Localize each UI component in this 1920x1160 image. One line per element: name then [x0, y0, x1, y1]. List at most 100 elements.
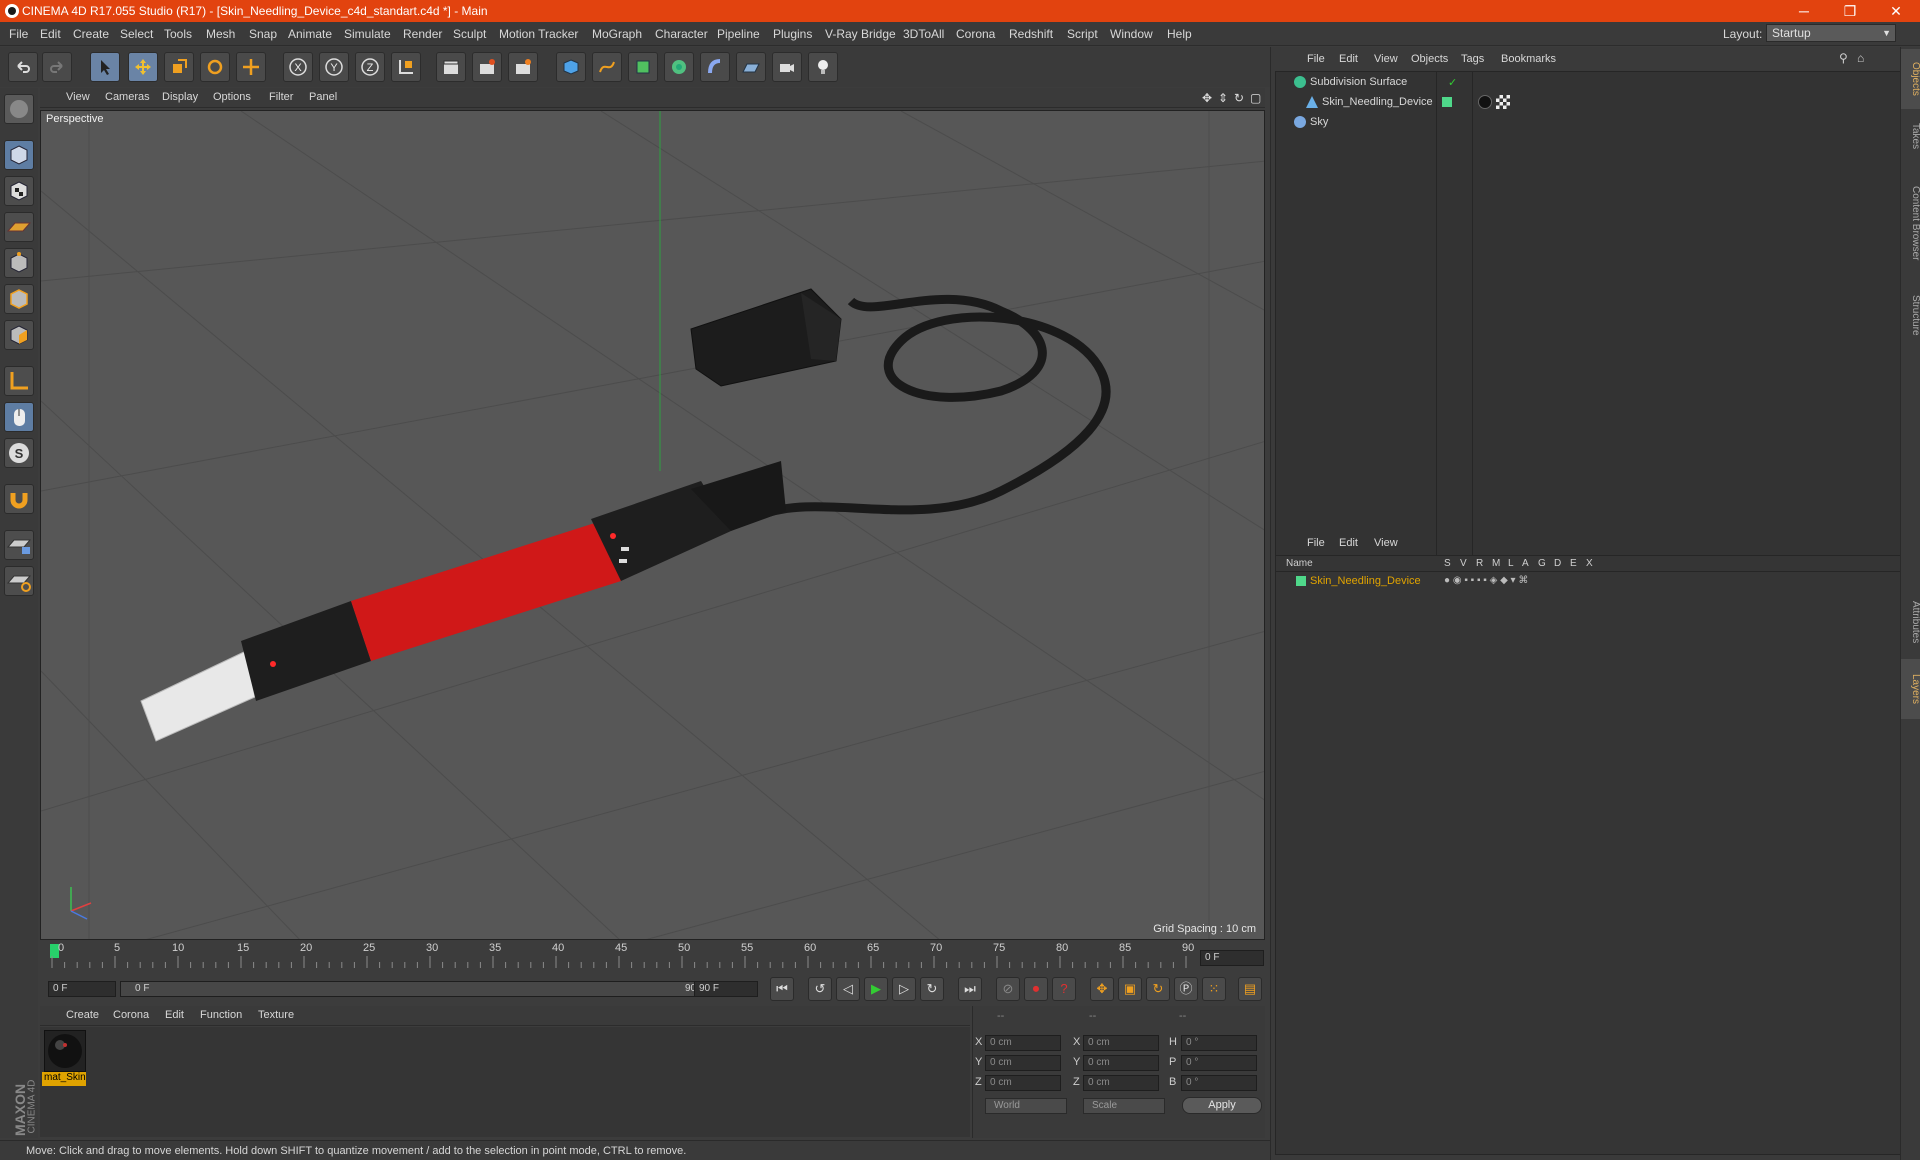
viewport-zoom-icon[interactable]: ⇕ — [1218, 91, 1228, 105]
menu-edit[interactable]: Edit — [40, 27, 61, 41]
axis-mode-button[interactable] — [4, 366, 34, 396]
previous-frame-button[interactable]: ◁ — [836, 977, 860, 1001]
tab-attributes[interactable]: Attributes — [1901, 587, 1920, 657]
keyframe-selection-button[interactable]: ⊘ — [996, 977, 1020, 1001]
workplane-mode-button[interactable] — [4, 212, 34, 242]
key-pla-button[interactable]: ⁙ — [1202, 977, 1226, 1001]
close-button[interactable]: ✕ — [1873, 0, 1919, 22]
pos-y-field[interactable]: 0 cm — [985, 1055, 1061, 1071]
viewport-menu-cameras[interactable]: Cameras — [105, 91, 150, 103]
key-scale-button[interactable]: ▣ — [1118, 977, 1142, 1001]
go-to-end-button[interactable]: ⏭ — [958, 977, 982, 1001]
layer-menu-file[interactable]: File — [1307, 537, 1325, 549]
play-button[interactable]: ▶ — [864, 977, 888, 1001]
menu-3dtoall[interactable]: 3DToAll — [903, 27, 944, 41]
coordinate-system-button[interactable] — [391, 52, 421, 82]
key-parameter-button[interactable]: Ⓟ — [1174, 977, 1198, 1001]
viewport-rotate-icon[interactable]: ↻ — [1234, 91, 1244, 105]
menu-motion-tracker[interactable]: Motion Tracker — [499, 27, 578, 41]
end-frame-field[interactable]: 90 F — [694, 981, 758, 997]
object-menu-view[interactable]: View — [1374, 53, 1398, 65]
live-selection-button[interactable] — [236, 52, 266, 82]
size-mode-dropdown[interactable]: Scale — [1083, 1098, 1165, 1114]
rot-h-field[interactable]: 0 ° — [1181, 1035, 1257, 1051]
menu-corona[interactable]: Corona — [956, 27, 995, 41]
menu-mograph[interactable]: MoGraph — [592, 27, 642, 41]
layer-menu-edit[interactable]: Edit — [1339, 537, 1358, 549]
menu-create[interactable]: Create — [73, 27, 109, 41]
add-generator-button[interactable] — [628, 52, 658, 82]
tab-objects[interactable]: Objects — [1901, 49, 1920, 109]
menu-file[interactable]: File — [9, 27, 28, 41]
object-menu-file[interactable]: File — [1307, 53, 1325, 65]
timeline-ruler[interactable]: 0 5 10 15 20 25 30 35 40 45 50 55 60 65 … — [40, 942, 1265, 972]
menu-animate[interactable]: Animate — [288, 27, 332, 41]
material-menu-texture[interactable]: Texture — [258, 1009, 294, 1021]
viewport-pan-icon[interactable]: ✥ — [1202, 91, 1212, 105]
size-x-field[interactable]: 0 cm — [1083, 1035, 1159, 1051]
layer-toggle-icons[interactable]: ● ◉ ▪ ▪ ▪ ▪ ◈ ◆ ▾ ⌘ — [1444, 575, 1528, 586]
enable-snap-button[interactable] — [4, 484, 34, 514]
key-rotation-button[interactable]: ↻ — [1146, 977, 1170, 1001]
object-menu-tags[interactable]: Tags — [1461, 53, 1484, 65]
current-frame-field[interactable]: 0 F — [1200, 950, 1264, 966]
y-axis-lock-button[interactable]: Y — [319, 52, 349, 82]
x-axis-lock-button[interactable]: X — [283, 52, 313, 82]
next-key-button[interactable]: ↻ — [920, 977, 944, 1001]
pos-z-field[interactable]: 0 cm — [985, 1075, 1061, 1091]
object-row[interactable]: Sky — [1276, 114, 1906, 132]
rot-b-field[interactable]: 0 ° — [1181, 1075, 1257, 1091]
viewport-menu-view[interactable]: View — [66, 91, 90, 103]
make-editable-button[interactable] — [4, 94, 34, 124]
tab-takes[interactable]: Takes — [1901, 111, 1920, 161]
size-y-field[interactable]: 0 cm — [1083, 1055, 1159, 1071]
minimize-button[interactable]: ─ — [1781, 0, 1827, 22]
timeline-window-button[interactable]: ▤ — [1238, 977, 1262, 1001]
pos-x-field[interactable]: 0 cm — [985, 1035, 1061, 1051]
menu-character[interactable]: Character — [655, 27, 708, 41]
material-menu-corona[interactable]: Corona — [113, 1009, 149, 1021]
object-menu-objects[interactable]: Objects — [1411, 53, 1448, 65]
texture-mode-button[interactable] — [4, 176, 34, 206]
z-axis-lock-button[interactable]: Z — [355, 52, 385, 82]
home-icon[interactable]: ⌂ — [1857, 51, 1864, 65]
menu-plugins[interactable]: Plugins — [773, 27, 812, 41]
render-settings-button[interactable] — [508, 52, 538, 82]
texture-tag-icon[interactable] — [1496, 95, 1510, 109]
menu-sculpt[interactable]: Sculpt — [453, 27, 486, 41]
points-mode-button[interactable] — [4, 248, 34, 278]
menu-help[interactable]: Help — [1167, 27, 1192, 41]
previous-key-button[interactable]: ↺ — [808, 977, 832, 1001]
search-icon[interactable]: ⚲ — [1839, 51, 1848, 65]
tab-content-browser[interactable]: Content Browser — [1901, 163, 1920, 283]
object-menu-bookmarks[interactable]: Bookmarks — [1501, 53, 1556, 65]
add-array-button[interactable] — [664, 52, 694, 82]
next-frame-button[interactable]: ▷ — [892, 977, 916, 1001]
add-floor-button[interactable] — [736, 52, 766, 82]
viewport-menu-display[interactable]: Display — [162, 91, 198, 103]
undo-button[interactable] — [8, 52, 38, 82]
menu-window[interactable]: Window — [1110, 27, 1153, 41]
menu-pipeline[interactable]: Pipeline — [717, 27, 760, 41]
rotate-tool-button[interactable] — [200, 52, 230, 82]
perspective-viewport[interactable]: Perspective Grid Spacing : 10 cm — [40, 110, 1265, 940]
material-menu-create[interactable]: Create — [66, 1009, 99, 1021]
layer-menu-view[interactable]: View — [1374, 537, 1398, 549]
menu-mesh[interactable]: Mesh — [206, 27, 235, 41]
material-menu-function[interactable]: Function — [200, 1009, 242, 1021]
layer-row[interactable]: Skin_Needling_Device ● ◉ ▪ ▪ ▪ ▪ ◈ ◆ ▾ ⌘ — [1276, 573, 1906, 589]
material-tag-icon[interactable] — [1478, 95, 1492, 109]
move-tool-button[interactable] — [128, 52, 158, 82]
object-menu-edit[interactable]: Edit — [1339, 53, 1358, 65]
scale-tool-button[interactable] — [164, 52, 194, 82]
menu-render[interactable]: Render — [403, 27, 442, 41]
record-active-button[interactable]: ⏺ — [1024, 977, 1048, 1001]
model-mode-button[interactable] — [4, 140, 34, 170]
add-camera-button[interactable] — [772, 52, 802, 82]
add-light-button[interactable] — [808, 52, 838, 82]
key-position-button[interactable]: ✥ — [1090, 977, 1114, 1001]
menu-simulate[interactable]: Simulate — [344, 27, 391, 41]
coordinate-mode-dropdown[interactable]: World — [985, 1098, 1067, 1114]
lock-workplane-button[interactable] — [4, 530, 34, 560]
edges-mode-button[interactable] — [4, 284, 34, 314]
